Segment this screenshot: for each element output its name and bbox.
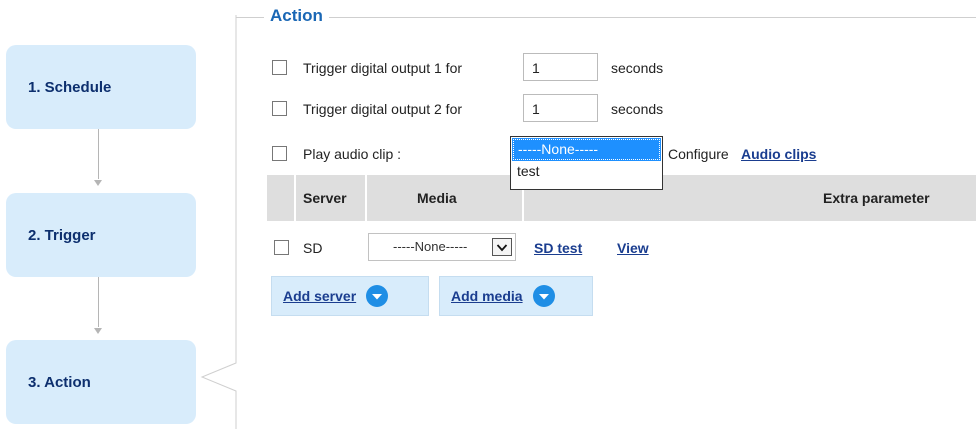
media-select-value: -----None----- <box>393 239 468 254</box>
configure-label: Configure <box>668 146 729 162</box>
step-trigger[interactable]: 2. Trigger <box>6 193 196 277</box>
output1-unit: seconds <box>611 60 664 76</box>
column-header-extra-parameter: Extra parameter <box>823 190 930 206</box>
step-action[interactable]: 3. Action <box>6 340 196 424</box>
step-action-label: 3. Action <box>28 373 91 391</box>
trigger-output2-checkbox[interactable] <box>272 101 287 116</box>
step-connector <box>98 129 99 179</box>
step-schedule-label: 1. Schedule <box>28 78 112 96</box>
fieldset-border <box>236 17 976 18</box>
view-link[interactable]: View <box>617 240 649 256</box>
media-select[interactable]: -----None----- <box>368 233 516 261</box>
add-media-button[interactable]: Add media <box>439 276 593 316</box>
audio-option-none[interactable]: -----None----- <box>512 138 661 161</box>
audio-clips-link[interactable]: Audio clips <box>741 146 816 162</box>
output1-seconds-input[interactable]: 1 <box>523 53 598 81</box>
fieldset-legend: Action <box>264 6 329 26</box>
add-server-label: Add server <box>283 288 357 304</box>
column-header-media: Media <box>417 190 457 206</box>
arrow-down-icon <box>94 328 102 334</box>
step-schedule[interactable]: 1. Schedule <box>6 45 196 129</box>
column-divider <box>294 175 296 221</box>
row-server: SD <box>303 240 323 256</box>
trigger-output2-label: Trigger digital output 2 for <box>303 101 463 117</box>
trigger-output1-checkbox[interactable] <box>272 60 287 75</box>
step-connector <box>98 277 99 327</box>
arrow-down-icon <box>94 180 102 186</box>
play-audio-checkbox[interactable] <box>272 146 287 161</box>
column-divider <box>365 175 367 221</box>
row-select-checkbox[interactable] <box>274 240 289 255</box>
play-audio-label: Play audio clip : <box>303 146 402 162</box>
output2-unit: seconds <box>611 101 664 117</box>
add-media-label: Add media <box>451 288 523 304</box>
audio-clip-listbox[interactable]: -----None----- test <box>510 136 663 190</box>
step-trigger-label: 2. Trigger <box>28 226 96 244</box>
trigger-output1-label: Trigger digital output 1 for <box>303 60 463 76</box>
audio-option-test[interactable]: test <box>517 163 540 179</box>
output2-seconds-input[interactable]: 1 <box>523 94 598 122</box>
add-server-button[interactable]: Add server <box>271 276 429 316</box>
sd-test-link[interactable]: SD test <box>534 240 582 256</box>
column-header-server: Server <box>303 190 347 206</box>
chevron-down-circle-icon <box>532 285 555 307</box>
chevron-down-icon[interactable] <box>492 238 512 256</box>
chevron-down-circle-icon <box>366 285 389 307</box>
fieldset-pointer <box>200 15 237 429</box>
